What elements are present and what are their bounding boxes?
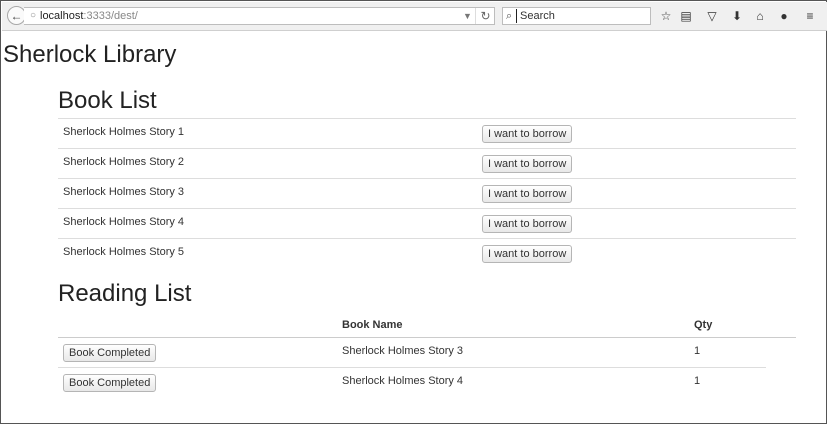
search-icon: ⌕ <box>506 10 513 22</box>
chat-icon[interactable]: ● <box>776 8 792 24</box>
book-row: Sherlock Holmes Story 2 I want to borrow <box>58 148 796 178</box>
borrow-button[interactable]: I want to borrow <box>482 185 573 203</box>
borrow-button[interactable]: I want to borrow <box>482 155 573 173</box>
url-bar[interactable]: ○ localhost:3333/dest/ ▼ ↻ <box>24 7 495 25</box>
pocket-icon[interactable]: ▽ <box>704 8 720 24</box>
book-list-title: Book List <box>58 87 157 114</box>
book-row: Sherlock Holmes Story 4 I want to borrow <box>58 208 796 238</box>
browser-window: ← ○ localhost:3333/dest/ ▼ ↻ ⌕ ☆ ▤ ▽ ⬇ ⌂… <box>0 0 827 424</box>
reading-row: Book Completed Sherlock Holmes Story 4 1 <box>58 367 766 397</box>
reload-icon[interactable]: ↻ <box>475 8 495 24</box>
column-header-book-name: Book Name <box>342 319 403 331</box>
download-icon[interactable]: ⬇ <box>729 8 745 24</box>
globe-icon: ○ <box>30 10 37 21</box>
book-completed-button[interactable]: Book Completed <box>63 374 157 392</box>
book-completed-button[interactable]: Book Completed <box>63 344 157 362</box>
reading-book-name: Sherlock Holmes Story 3 <box>342 345 464 357</box>
reading-qty: 1 <box>694 345 701 357</box>
book-row: Sherlock Holmes Story 1 I want to borrow <box>58 118 796 148</box>
reading-row: Book Completed Sherlock Holmes Story 3 1 <box>58 338 796 368</box>
borrow-button[interactable]: I want to borrow <box>482 125 573 143</box>
reading-list-header: Book Name Qty <box>58 311 796 338</box>
url-text[interactable]: localhost:3333/dest/ <box>40 8 138 24</box>
search-bar[interactable]: ⌕ <box>502 7 651 25</box>
site-title: Sherlock Library <box>3 41 177 68</box>
borrow-button[interactable]: I want to borrow <box>482 245 573 263</box>
search-input[interactable] <box>516 9 650 23</box>
browser-toolbar: ← ○ localhost:3333/dest/ ▼ ↻ ⌕ ☆ ▤ ▽ ⬇ ⌂… <box>2 2 827 31</box>
book-name: Sherlock Holmes Story 2 <box>63 156 185 168</box>
book-row: Sherlock Holmes Story 3 I want to borrow <box>58 178 796 208</box>
book-name: Sherlock Holmes Story 3 <box>63 186 185 198</box>
menu-icon[interactable]: ≡ <box>802 8 818 24</box>
url-path: :3333/dest/ <box>83 10 138 22</box>
reading-list-icon[interactable]: ▤ <box>678 8 694 24</box>
book-name: Sherlock Holmes Story 5 <box>63 246 185 258</box>
column-header-qty: Qty <box>694 319 713 331</box>
reading-list-title: Reading List <box>58 280 192 307</box>
home-icon[interactable]: ⌂ <box>752 8 768 24</box>
book-row: Sherlock Holmes Story 5 I want to borrow <box>58 238 796 268</box>
reading-book-name: Sherlock Holmes Story 4 <box>342 375 464 387</box>
book-name: Sherlock Holmes Story 4 <box>63 216 185 228</box>
book-name: Sherlock Holmes Story 1 <box>63 126 185 138</box>
reading-qty: 1 <box>694 375 701 387</box>
url-host: localhost <box>40 10 84 22</box>
bookmark-star-icon[interactable]: ☆ <box>658 8 674 24</box>
chevron-down-icon[interactable]: ▼ <box>463 8 472 24</box>
borrow-button[interactable]: I want to borrow <box>482 215 573 233</box>
